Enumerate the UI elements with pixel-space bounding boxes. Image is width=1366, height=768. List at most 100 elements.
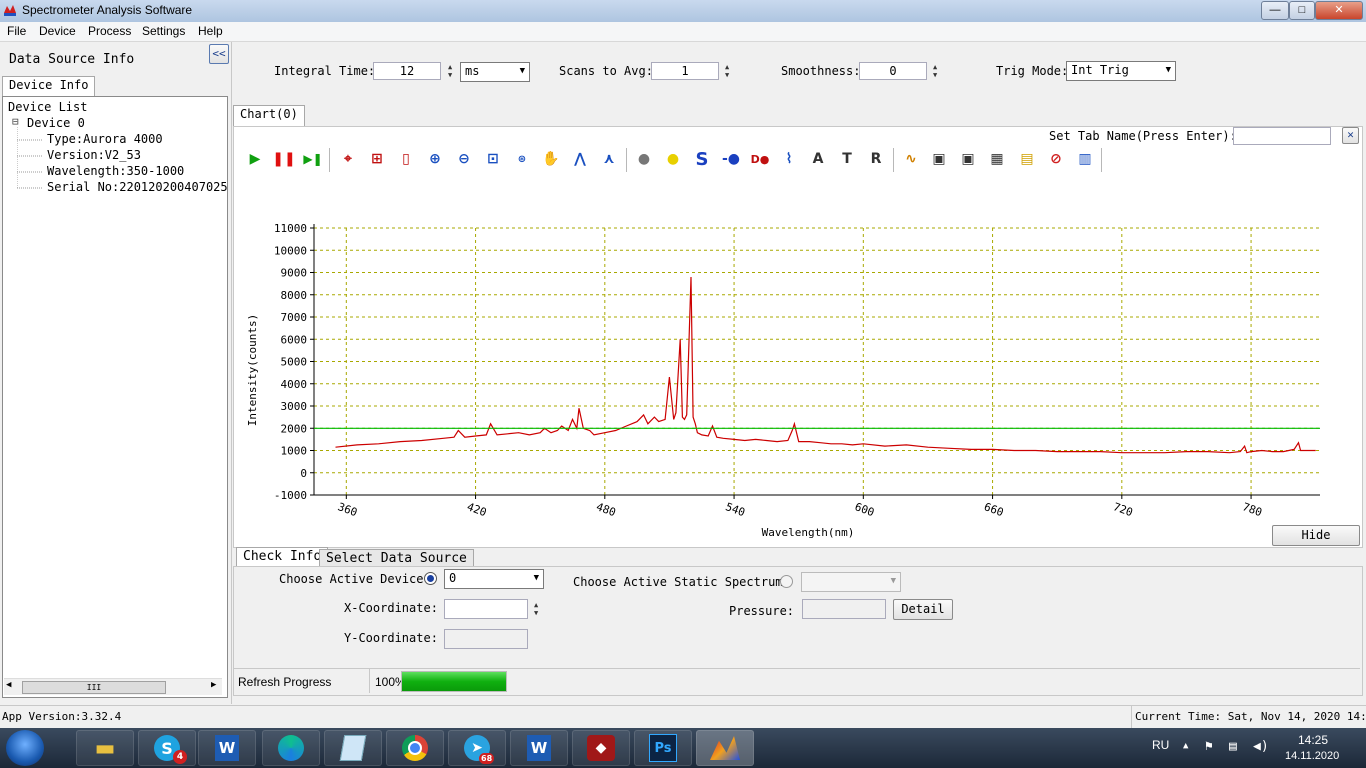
- notepad-icon: [339, 735, 367, 761]
- save-spectrum-alt-icon[interactable]: ▣: [957, 148, 979, 170]
- set-tab-name-input[interactable]: [1233, 127, 1331, 145]
- grid-cursor-icon[interactable]: ⊞: [366, 148, 388, 170]
- taskbar-game[interactable]: ◆: [572, 730, 630, 766]
- panel-title: Data Source Info: [9, 52, 135, 67]
- menu-help[interactable]: Help: [198, 24, 223, 38]
- chart-grid: [313, 224, 1320, 496]
- scroll-thumb[interactable]: III: [22, 681, 166, 694]
- light-bulb-icon[interactable]: ●: [662, 148, 684, 170]
- hide-button[interactable]: Hide: [1272, 525, 1360, 546]
- collapse-panel-button[interactable]: <<: [209, 44, 229, 64]
- curve-chart-icon[interactable]: ⌇: [778, 148, 800, 170]
- dark-d-icon[interactable]: D●: [749, 148, 771, 170]
- crosshair-icon[interactable]: ⌖: [337, 148, 359, 170]
- x-coordinate-spinner[interactable]: ▲ ▼: [534, 601, 538, 617]
- tab-device-info[interactable]: Device Info: [2, 76, 96, 97]
- active-device-radio[interactable]: [424, 572, 437, 585]
- tree-detail-type[interactable]: Type:Aurora 4000: [47, 132, 163, 146]
- close-button[interactable]: ✕: [1315, 1, 1363, 20]
- dark-bulb-icon[interactable]: ●: [633, 148, 655, 170]
- tree-root[interactable]: Device List: [8, 100, 87, 114]
- skype-badge: 4: [173, 750, 187, 764]
- y-tick-label: 5000: [281, 356, 308, 369]
- vertical-cursor-icon[interactable]: ▯: [395, 148, 417, 170]
- maximize-button[interactable]: □: [1289, 1, 1315, 20]
- integral-unit-select[interactable]: ms ▼: [460, 62, 530, 82]
- taskbar-notepad[interactable]: [324, 730, 382, 766]
- active-device-select[interactable]: 0 ▼: [444, 569, 544, 589]
- pan-hand-icon[interactable]: ✋: [540, 148, 562, 170]
- detail-button[interactable]: Detail: [893, 599, 953, 620]
- tree-horizontal-scrollbar[interactable]: ◀ III ▶: [4, 678, 222, 695]
- x-coordinate-input[interactable]: [444, 599, 528, 619]
- flag-icon[interactable]: ⚑: [1205, 739, 1213, 754]
- transmittance-t-icon[interactable]: T: [836, 148, 858, 170]
- integral-time-input[interactable]: 12: [373, 62, 441, 80]
- taskbar-telegram[interactable]: ➤ 68: [448, 730, 506, 766]
- export-chart-icon[interactable]: ▥: [1074, 148, 1096, 170]
- smoothness-input[interactable]: 0: [859, 62, 927, 80]
- save-spectrum-icon[interactable]: ▣: [928, 148, 950, 170]
- pause-icon[interactable]: ❚❚: [272, 148, 295, 170]
- clock-time[interactable]: 14:25: [1298, 733, 1328, 747]
- x-tick-label: 360: [336, 500, 359, 519]
- tab-chart[interactable]: Chart(0): [233, 105, 305, 128]
- spectrum-chart[interactable]: -1000 0 1000 2000 3000 4000 5000 6000 7000 8000 90…: [234, 200, 1360, 545]
- zoom-out-icon[interactable]: ⊖: [453, 148, 475, 170]
- integral-time-spinner[interactable]: ▲ ▼: [448, 63, 452, 79]
- network-icon[interactable]: ▤: [1229, 739, 1237, 754]
- zoom-in-icon[interactable]: ⊕: [424, 148, 446, 170]
- scroll-right-icon[interactable]: ▶: [211, 680, 216, 690]
- taskbar-chrome[interactable]: [386, 730, 444, 766]
- menu-file[interactable]: File: [7, 24, 26, 38]
- delete-icon[interactable]: ⊘: [1045, 148, 1067, 170]
- taskbar-edge[interactable]: [262, 730, 320, 766]
- tree-detail-wavelength[interactable]: Wavelength:350-1000: [47, 164, 184, 178]
- active-device-label: Choose Active Device: [279, 572, 424, 586]
- x-tick-label: 540: [724, 500, 747, 519]
- spectrum-multi-icon[interactable]: ∿: [900, 148, 922, 170]
- static-spectrum-select[interactable]: ▼: [801, 572, 901, 592]
- taskbar-spectrometer[interactable]: [696, 730, 754, 766]
- taskbar-photoshop[interactable]: Ps: [634, 730, 692, 766]
- scans-input[interactable]: 1: [651, 62, 719, 80]
- open-folder-icon[interactable]: ▤: [1016, 148, 1038, 170]
- scans-spinner[interactable]: ▲ ▼: [725, 63, 729, 79]
- peak-find-icon[interactable]: ⋏: [598, 148, 620, 170]
- trig-mode-select[interactable]: Int Trig ▼: [1066, 61, 1176, 81]
- reflectance-r-icon[interactable]: R: [865, 148, 887, 170]
- taskbar-word[interactable]: W: [198, 730, 256, 766]
- play-icon[interactable]: ▶: [244, 148, 266, 170]
- clock-date[interactable]: 14.11.2020: [1285, 750, 1339, 762]
- menu-device[interactable]: Device: [39, 24, 76, 38]
- static-spectrum-label: Choose Active Static Spectrum: [573, 575, 783, 589]
- minimize-button[interactable]: —: [1261, 1, 1289, 20]
- menu-process[interactable]: Process: [88, 24, 131, 38]
- start-button[interactable]: [6, 730, 44, 766]
- smoothness-spinner[interactable]: ▲ ▼: [933, 63, 937, 79]
- zoom-set-icon[interactable]: ⊛: [511, 148, 533, 170]
- close-chart-tab-button[interactable]: ✕: [1342, 127, 1359, 144]
- language-indicator[interactable]: RU: [1152, 738, 1169, 752]
- window-title: Spectrometer Analysis Software: [22, 3, 193, 17]
- scroll-left-icon[interactable]: ◀: [6, 680, 11, 690]
- menu-settings[interactable]: Settings: [142, 24, 185, 38]
- tray-expand-icon[interactable]: ▲: [1183, 741, 1188, 751]
- taskbar-explorer[interactable]: ▬: [76, 730, 134, 766]
- zoom-box-icon[interactable]: ⊡: [482, 148, 504, 170]
- static-spectrum-radio[interactable]: [780, 575, 793, 588]
- tree-detail-version[interactable]: Version:V2_53: [47, 148, 141, 162]
- y-tick-label: 3000: [281, 400, 308, 413]
- taskbar-skype[interactable]: S4: [138, 730, 196, 766]
- app-icon: [4, 5, 16, 16]
- subtract-dark-icon[interactable]: -●: [720, 148, 742, 170]
- step-icon[interactable]: ▶❚: [302, 148, 324, 170]
- tree-detail-serial[interactable]: Serial No:220120200407025: [47, 180, 227, 194]
- save-all-icon[interactable]: ▦: [986, 148, 1008, 170]
- dragon-icon: ◆: [587, 735, 615, 761]
- taskbar-word-2[interactable]: W: [510, 730, 568, 766]
- volume-icon[interactable]: ◀): [1253, 739, 1269, 754]
- peak-mark-icon[interactable]: ⋀: [569, 148, 591, 170]
- s-reference-icon[interactable]: S: [691, 148, 713, 170]
- absorbance-a-icon[interactable]: A: [807, 148, 829, 170]
